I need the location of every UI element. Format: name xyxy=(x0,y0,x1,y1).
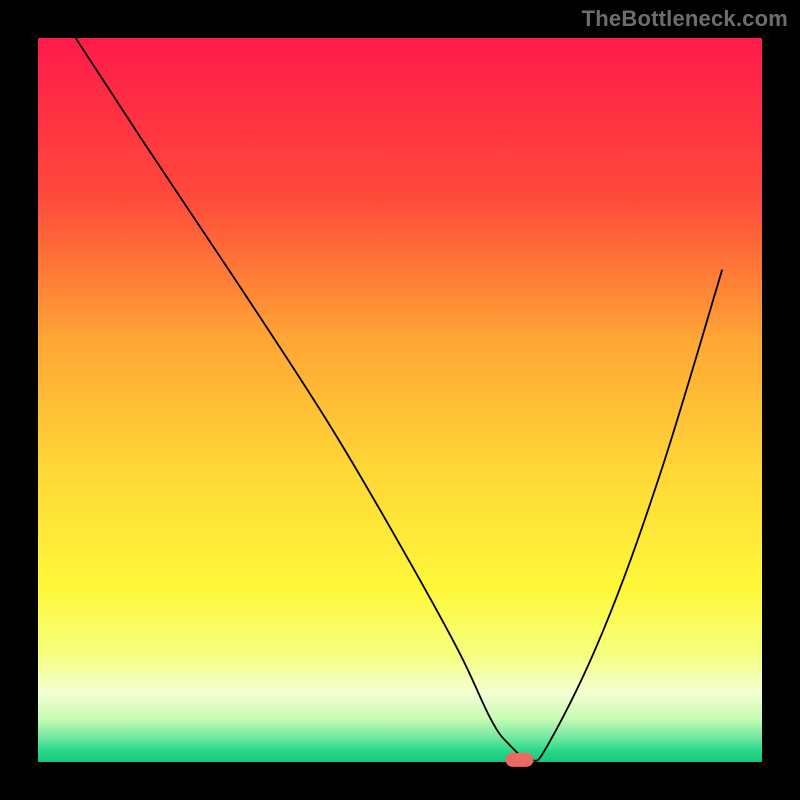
chart-container: TheBottleneck.com xyxy=(0,0,800,800)
watermark-label: TheBottleneck.com xyxy=(582,6,788,32)
optimal-marker xyxy=(505,753,533,767)
bottleneck-chart xyxy=(0,0,800,800)
